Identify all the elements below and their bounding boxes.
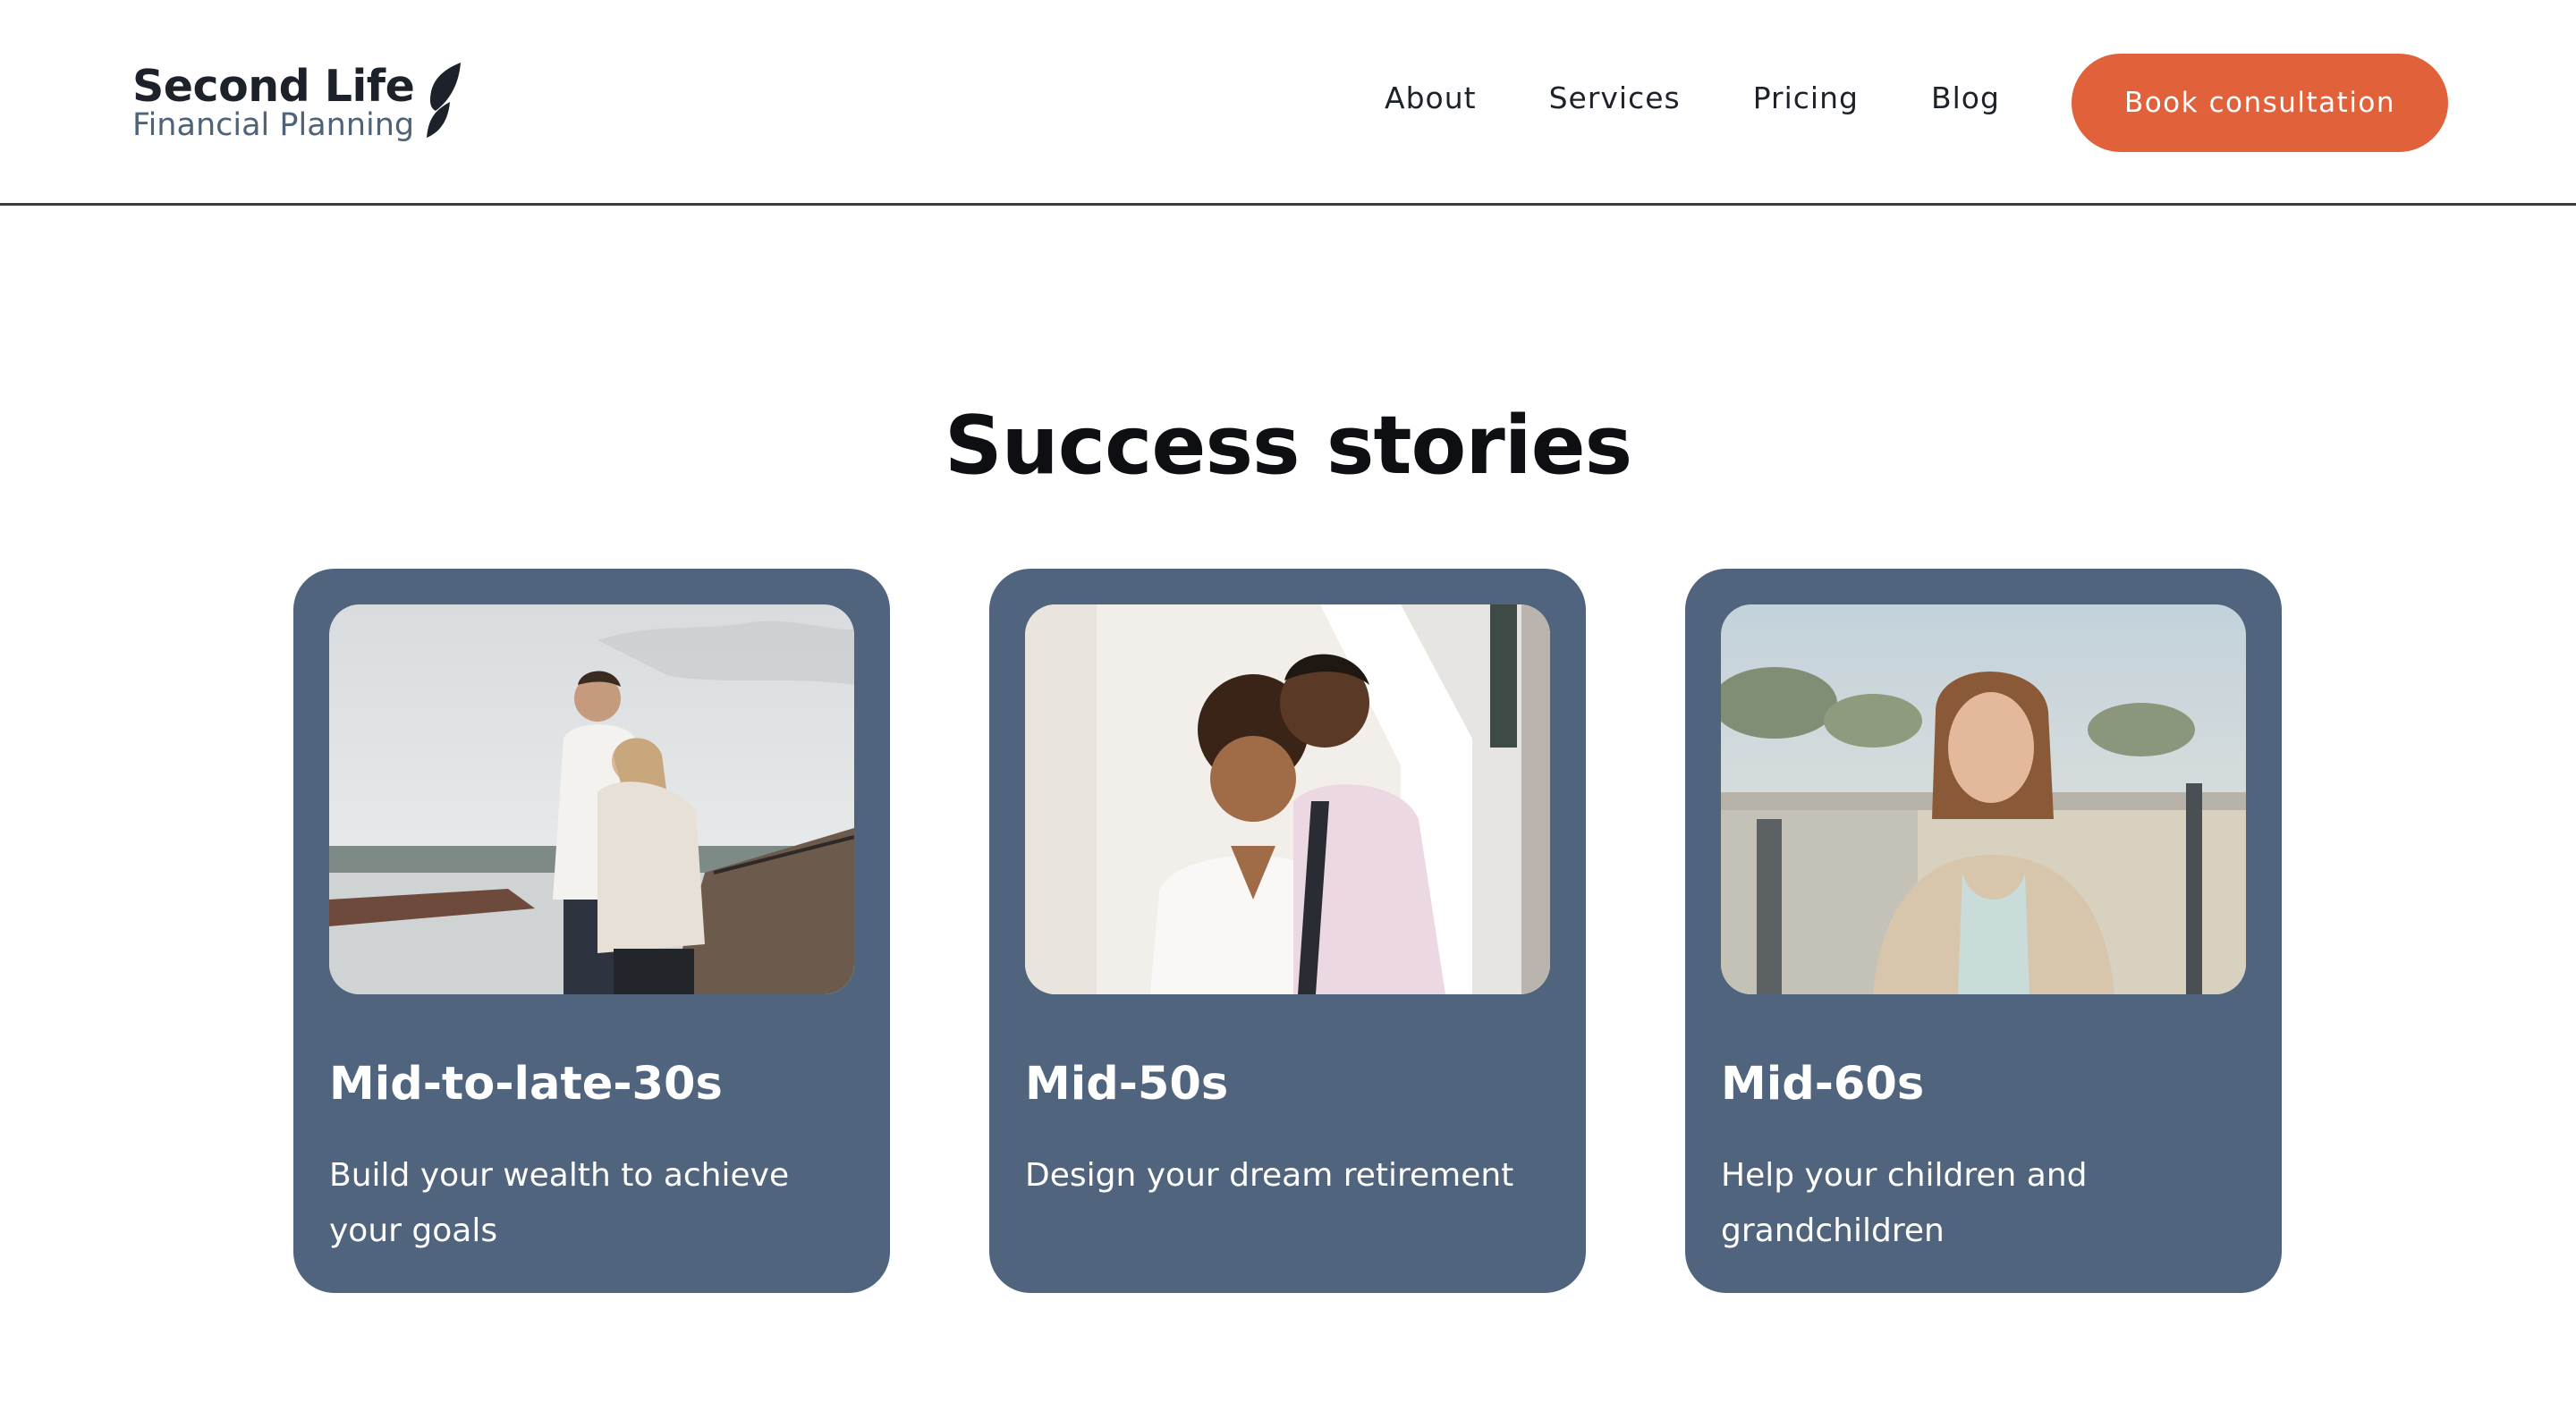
story-card[interactable]: Mid-to-late-30s Build your wealth to ach… — [293, 569, 890, 1293]
nav-about[interactable]: About — [1385, 80, 1477, 115]
card-description: Build your wealth to achieve your goals — [329, 1157, 790, 1249]
card-title: Mid-50s — [1025, 1058, 1229, 1111]
story-card[interactable]: Mid-50s Design your dream retirement — [989, 569, 1586, 1293]
logo-title: Second Life — [132, 61, 415, 112]
logo-wordmark: Second Life Financial Planning — [132, 61, 415, 143]
page: Second Life Financial Planning About Ser… — [0, 0, 2576, 1411]
card-description: Help your children and grandchildren — [1721, 1157, 2088, 1249]
story-card[interactable]: Mid-60s Help your children and grandchil… — [1685, 569, 2282, 1293]
card-description: Design your dream retirement — [1025, 1157, 1514, 1194]
site-header: Second Life Financial Planning About Ser… — [0, 0, 2576, 206]
section-title: Success stories — [944, 399, 1632, 493]
nav-blog[interactable]: Blog — [1931, 80, 2000, 115]
logo-subtitle: Financial Planning — [132, 107, 415, 143]
card-title: Mid-60s — [1721, 1058, 1925, 1111]
nav-pricing[interactable]: Pricing — [1753, 80, 1859, 115]
site-logo[interactable]: Second Life Financial Planning — [132, 63, 462, 141]
couple-embracing-outdoors-photo — [329, 604, 854, 994]
smiling-couple-photo — [1025, 604, 1550, 994]
main-nav: About Services Pricing Blog — [1385, 80, 2072, 115]
card-title: Mid-to-late-30s — [329, 1058, 723, 1111]
book-consultation-button[interactable]: Book consultation — [2072, 54, 2448, 152]
leaf-icon — [427, 63, 462, 138]
nav-services[interactable]: Services — [1549, 80, 1681, 115]
older-woman-street-photo — [1721, 604, 2246, 994]
